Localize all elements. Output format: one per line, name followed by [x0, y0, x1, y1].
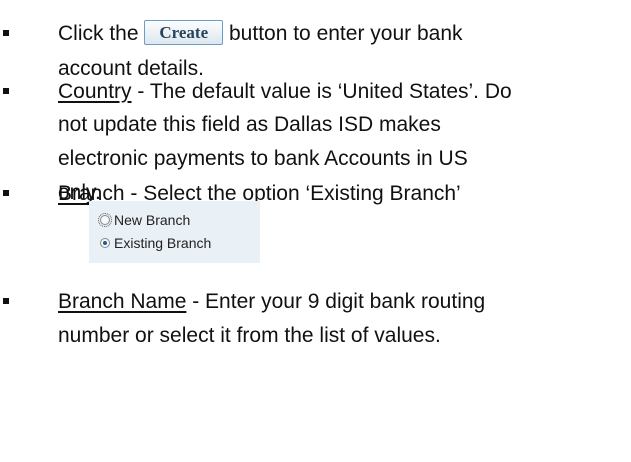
country-field-label: Country: [58, 80, 132, 103]
branch-name-instruction-line-2: number or select it from the list of val…: [58, 324, 441, 347]
country-instruction-line-1: Country - The default value is ‘United S…: [58, 75, 624, 109]
bullet-marker: [3, 190, 9, 196]
create-instruction-line-1: Click the Create button to enter your ba…: [58, 17, 624, 51]
instruction-document: Click the Create button to enter your ba…: [0, 0, 631, 462]
new-branch-option[interactable]: New Branch: [98, 209, 190, 231]
country-description: - The default value is ‘United States’. …: [131, 80, 512, 103]
new-branch-label[interactable]: New Branch: [114, 212, 190, 228]
bullet-marker: [3, 298, 9, 304]
create-prefix-text: Click the: [58, 22, 139, 45]
branch-radio-group: New Branch Existing Branch: [89, 201, 260, 263]
existing-branch-radio[interactable]: [100, 238, 110, 248]
branch-name-instruction-line-1: Branch Name - Enter your 9 digit bank ro…: [58, 285, 624, 319]
existing-branch-option[interactable]: Existing Branch: [100, 232, 211, 254]
new-branch-radio[interactable]: [98, 213, 112, 227]
existing-branch-label[interactable]: Existing Branch: [114, 235, 211, 251]
create-suffix-text: button to enter your bank: [229, 22, 463, 45]
bullet-marker: [3, 30, 9, 36]
branch-name-description: - Enter your 9 digit bank routing: [186, 290, 486, 313]
country-instruction-line-3: electronic payments to bank Accounts in …: [58, 147, 468, 170]
bullet-marker: [3, 88, 9, 94]
create-button[interactable]: Create: [144, 19, 224, 45]
branch-name-field-label: Branch Name: [58, 290, 187, 313]
country-instruction-line-2: not update this field as Dallas ISD make…: [58, 113, 441, 136]
